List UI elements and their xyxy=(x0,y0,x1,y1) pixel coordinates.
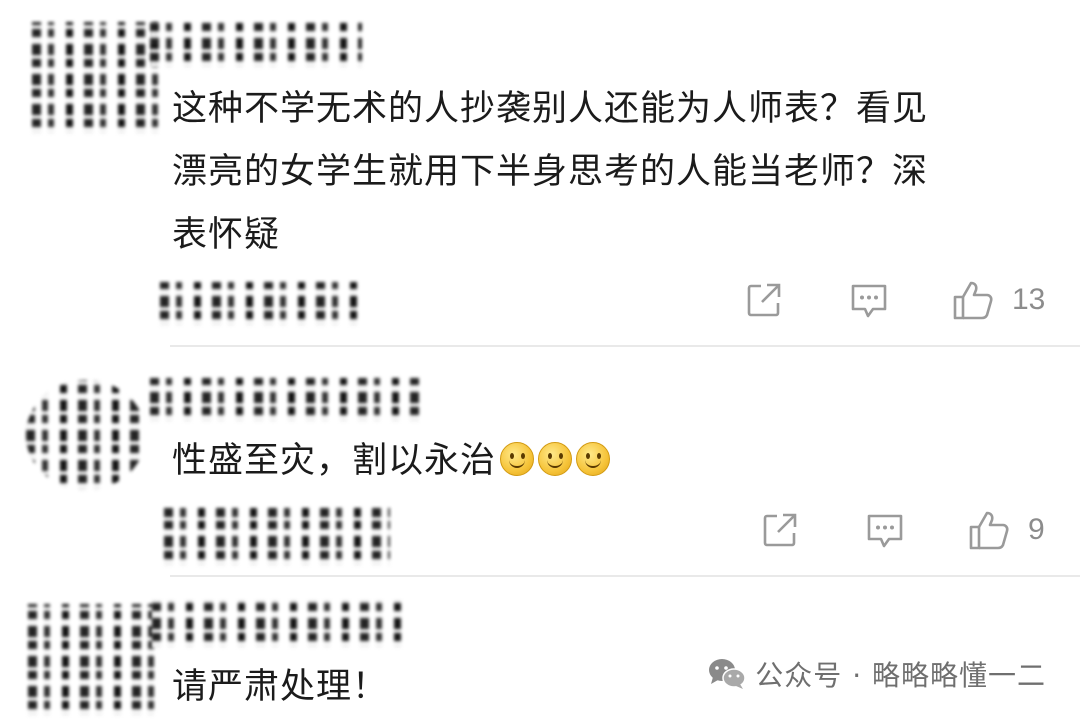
smile-emoji xyxy=(538,442,573,476)
username[interactable] xyxy=(150,378,420,422)
wechat-icon xyxy=(709,659,747,689)
comment-icon xyxy=(867,514,903,548)
watermark: 公众号 · 略略略懂一二 xyxy=(707,654,1046,694)
comment-text-body: 请严肃处理！ xyxy=(172,667,389,707)
smile-emoji xyxy=(576,442,611,476)
comment-text-line: 表怀疑 xyxy=(172,215,281,255)
avatar[interactable] xyxy=(28,604,156,716)
username[interactable] xyxy=(150,22,362,68)
username[interactable] xyxy=(152,600,412,648)
avatar[interactable] xyxy=(32,22,162,134)
like-button[interactable] xyxy=(950,278,996,322)
like-count: 13 xyxy=(1012,283,1046,316)
watermark-text: 公众号 · 略略略懂一二 xyxy=(755,659,1046,692)
comment-icon xyxy=(851,284,887,318)
share-icon xyxy=(763,513,797,547)
thumbs-up-icon xyxy=(969,511,1009,550)
like-count: 9 xyxy=(1028,513,1045,546)
share-button[interactable] xyxy=(760,510,800,550)
reply-button[interactable] xyxy=(864,510,906,552)
divider xyxy=(170,345,1080,347)
comment-meta xyxy=(164,508,390,566)
smile-emoji xyxy=(500,442,535,476)
share-icon xyxy=(747,283,781,317)
comment-text-line: 这种不学无术的人抄袭别人还能为人师表？看见 xyxy=(172,89,929,129)
share-button[interactable] xyxy=(744,280,784,320)
thumbs-up-icon xyxy=(953,281,993,320)
comment-text: 这种不学无术的人抄袭别人还能为人师表？看见 漂亮的女学生就用下半身思考的人能当老… xyxy=(172,78,928,267)
comment-text-body: 性盛至灾，割以永治 xyxy=(172,441,497,481)
comment-text-line: 漂亮的女学生就用下半身思考的人能当老师？深 xyxy=(172,152,929,192)
divider xyxy=(170,575,1080,577)
avatar[interactable] xyxy=(26,380,146,490)
comment-text: 性盛至灾，割以永治 xyxy=(172,430,611,493)
comment-thread: 这种不学无术的人抄袭别人还能为人师表？看见 漂亮的女学生就用下半身思考的人能当老… xyxy=(0,0,1080,720)
like-button[interactable] xyxy=(966,508,1012,552)
reply-button[interactable] xyxy=(848,280,890,322)
comment-text: 请严肃处理！ xyxy=(172,656,388,719)
comment-meta xyxy=(160,282,368,326)
